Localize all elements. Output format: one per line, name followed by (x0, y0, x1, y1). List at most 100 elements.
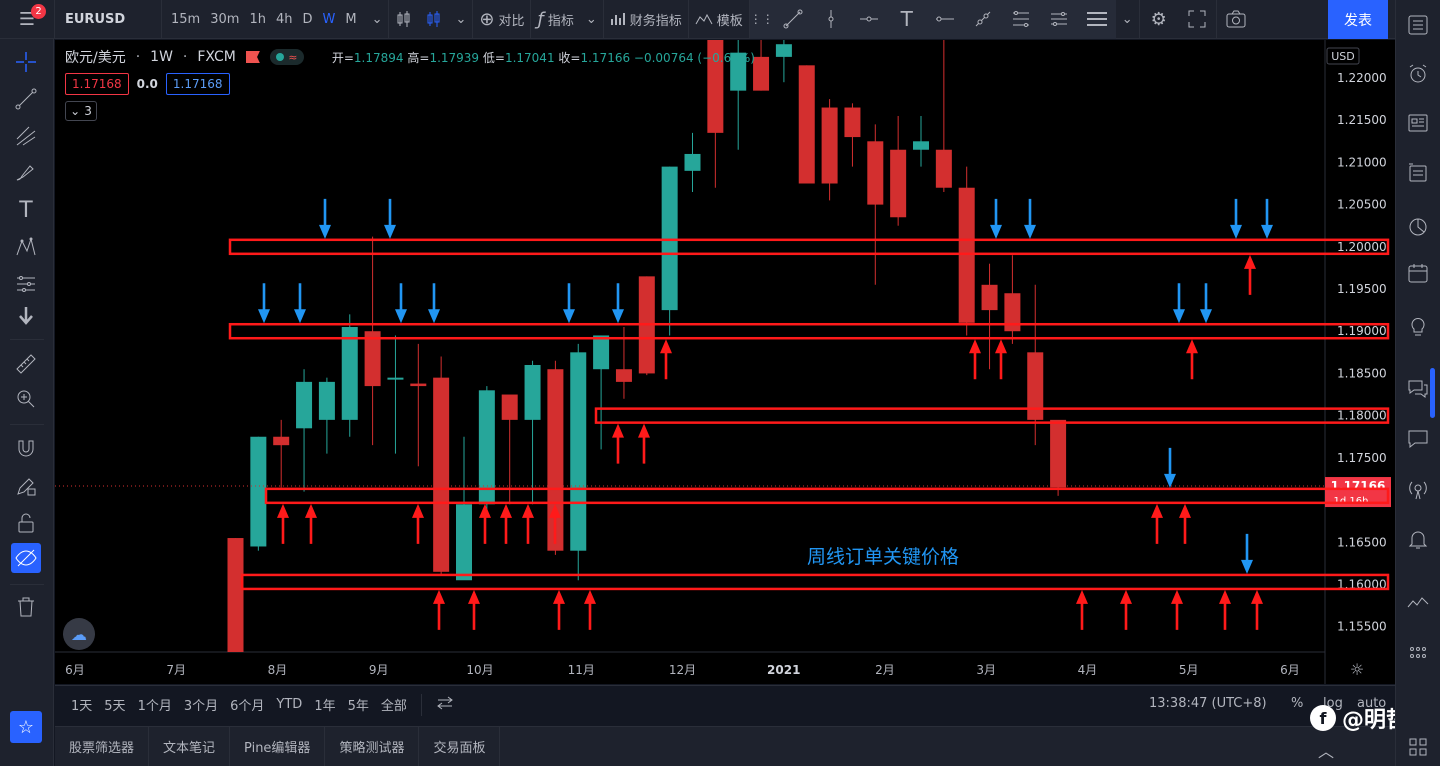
panel-tab[interactable]: 股票筛选器 (55, 726, 150, 766)
timeframe-30m-button[interactable]: 30m (205, 0, 244, 39)
text-tool[interactable]: T (888, 0, 926, 39)
notifications-button[interactable] (1403, 524, 1433, 554)
hide-drawings-tool[interactable] (11, 543, 41, 573)
arrow-down-icon (19, 307, 33, 325)
symbol-search-button[interactable]: EURUSD (55, 0, 161, 39)
brush-tool[interactable] (11, 158, 41, 188)
clock[interactable]: 13:38:47 (UTC+8) (1149, 696, 1267, 711)
lock-drawings-tool[interactable] (11, 508, 41, 538)
settings-button[interactable]: ⚙ (1140, 0, 1178, 39)
data-window-button[interactable] (1403, 158, 1433, 188)
panel-tab[interactable]: 文本笔记 (149, 726, 231, 766)
streams-button[interactable] (1403, 475, 1433, 505)
panel-tab[interactable]: 交易面板 (419, 726, 501, 766)
indicators-dropdown-button[interactable]: ⌄ (580, 0, 603, 39)
horizontal-line-tool[interactable] (926, 0, 964, 39)
drawings-list-tool[interactable] (1078, 0, 1116, 39)
market-status-indicator[interactable]: ≈ (269, 49, 304, 65)
timeframe-1h-button[interactable]: 1h (244, 0, 271, 39)
drawing-bar-dropdown-button[interactable]: ⌄ (1116, 0, 1139, 39)
fullscreen-button[interactable] (1178, 0, 1216, 39)
pattern-tool[interactable] (11, 232, 41, 262)
fib-retracement-tool[interactable] (1002, 0, 1040, 39)
horizontal-ray-icon (859, 16, 878, 22)
hotlists-button[interactable] (1403, 212, 1433, 242)
parallel-channel-tool[interactable] (1040, 0, 1078, 39)
tradingview-logo-icon[interactable]: ☁ (63, 618, 95, 650)
sidebar-scrollbar[interactable] (1430, 368, 1435, 418)
text-icon: T (900, 7, 913, 31)
help-button[interactable] (1403, 732, 1433, 762)
measure-tool[interactable] (11, 349, 41, 379)
range-button[interactable]: 5年 (342, 695, 375, 714)
private-chats-button[interactable] (1403, 423, 1433, 453)
stay-in-drawing-mode-tool[interactable] (11, 471, 41, 501)
chart-type-dropdown-button[interactable]: ⌄ (449, 0, 472, 39)
candle-body (821, 107, 838, 184)
vertical-line-tool[interactable] (812, 0, 850, 39)
news-button[interactable] (1403, 108, 1433, 138)
panel-tab[interactable]: Pine编辑器 (230, 726, 326, 766)
templates-button[interactable]: 模板 (689, 0, 749, 39)
main-menu-button[interactable]: ☰ 2 (0, 0, 54, 39)
range-button[interactable]: 1天 (65, 695, 98, 714)
range-button[interactable]: 6个月 (224, 695, 270, 714)
sell-price-button[interactable]: 1.17168 (65, 73, 129, 95)
legend-pair[interactable]: 欧元/美元 (65, 47, 126, 67)
timeframe-15m-button[interactable]: 15m (166, 0, 205, 39)
chart-pane[interactable]: 1.22000 1.21500 1.21000 1.20500 1.20000 1.195… (55, 40, 1395, 684)
publish-button[interactable]: 发表 (1328, 0, 1388, 39)
chats-button[interactable] (1403, 373, 1433, 403)
zoom-tool[interactable] (11, 384, 41, 414)
go-to-date-button[interactable] (430, 695, 460, 715)
buy-price-button[interactable]: 1.17168 (165, 73, 230, 95)
ray-icon (975, 11, 991, 27)
indicators-collapse-button[interactable]: ⌄ 3 (65, 101, 97, 121)
ray-tool[interactable] (964, 0, 1002, 39)
crosshair-tool[interactable] (11, 47, 41, 77)
timeframe-d-button[interactable]: D (297, 0, 317, 39)
calendar-button[interactable] (1403, 258, 1433, 288)
magnet-tool[interactable] (11, 434, 41, 464)
flag-icon[interactable] (245, 51, 260, 63)
candle-body (341, 327, 358, 420)
chart-annotation-text[interactable]: 周线订单关键价格 (807, 542, 959, 569)
range-button[interactable]: 全部 (375, 695, 413, 714)
arrow-marker-tool[interactable] (11, 301, 41, 331)
chart-type-bars-button[interactable] (389, 0, 419, 39)
trading-panel-button[interactable] (1403, 588, 1433, 618)
indicators-button[interactable]: ƒ 指标 (531, 0, 579, 39)
panel-tab[interactable]: 策略测试器 (325, 726, 420, 766)
pitchfork-tool[interactable] (11, 121, 41, 151)
range-button[interactable]: YTD (270, 697, 308, 712)
prediction-tool[interactable] (11, 269, 41, 299)
range-button[interactable]: 1年 (308, 695, 341, 714)
text-tool-left[interactable]: T (11, 195, 41, 225)
range-button[interactable]: 5天 (98, 695, 131, 714)
trend-line-tool[interactable] (774, 0, 812, 39)
dom-button[interactable] (1403, 638, 1433, 668)
panel-expand-button[interactable]: ︿ (1318, 738, 1334, 762)
ideas-button[interactable] (1403, 311, 1433, 341)
financials-button[interactable]: 财务指标 (604, 0, 688, 39)
percent-scale-button[interactable]: % (1285, 696, 1309, 711)
timeframe-w-button[interactable]: W (317, 0, 340, 39)
trendline-tool[interactable] (11, 84, 41, 114)
snapshot-button[interactable] (1217, 0, 1255, 39)
range-button[interactable]: 3个月 (178, 695, 224, 714)
timeframe-m-button[interactable]: M (340, 0, 361, 39)
range-button[interactable]: 1个月 (132, 695, 178, 714)
chart-type-candles-button[interactable] (419, 0, 449, 39)
drag-handle[interactable]: ⋮⋮ (750, 0, 774, 39)
remove-drawings-tool[interactable] (11, 592, 41, 622)
alerts-button[interactable] (1403, 59, 1433, 89)
time-tick-label: 12月 (669, 663, 696, 677)
watchlist-star-button[interactable]: ☆ (10, 711, 42, 743)
price-chart[interactable]: 1.22000 1.21500 1.21000 1.20500 1.20000 1.195… (55, 40, 1395, 684)
horizontal-ray-tool[interactable] (850, 0, 888, 39)
timeframe-4h-button[interactable]: 4h (271, 0, 298, 39)
compare-button[interactable]: ⊕ 对比 (473, 0, 530, 39)
timeframe-dropdown-button[interactable]: ⌄ (366, 0, 389, 39)
watchlist-button[interactable] (1403, 10, 1433, 40)
candle-body (1050, 419, 1067, 488)
